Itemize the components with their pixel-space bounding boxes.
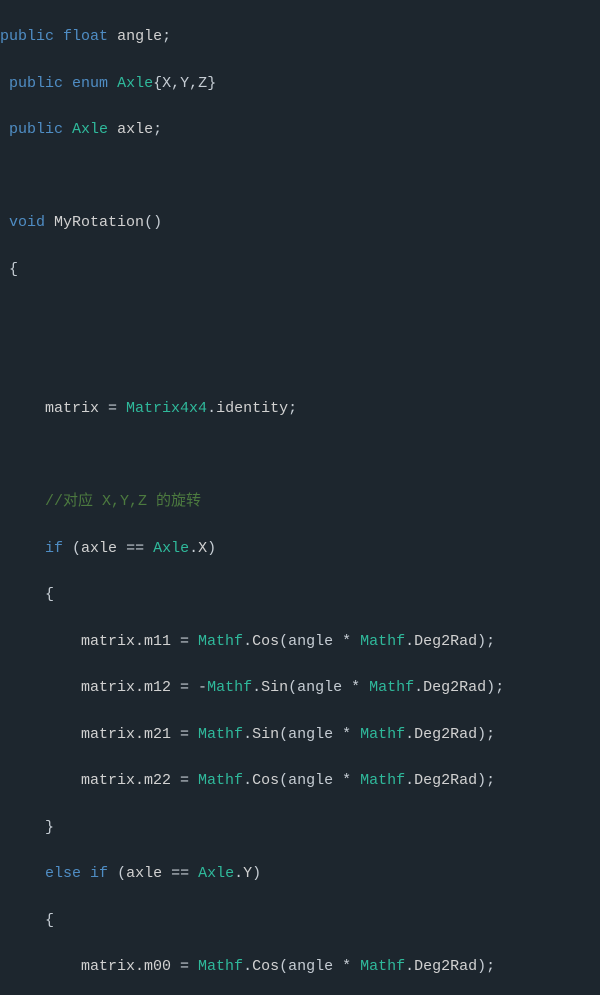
- code-line: matrix.m21 = Mathf.Sin(angle * Mathf.Deg…: [0, 723, 600, 746]
- code-line: public float angle;: [0, 25, 600, 48]
- code-line: [0, 351, 600, 374]
- code-line: matrix.m11 = Mathf.Cos(angle * Mathf.Deg…: [0, 630, 600, 653]
- code-line: matrix.m22 = Mathf.Cos(angle * Mathf.Deg…: [0, 769, 600, 792]
- code-line: [0, 444, 600, 467]
- code-line: }: [0, 816, 600, 839]
- code-line: public enum Axle{X,Y,Z}: [0, 72, 600, 95]
- code-line: [0, 165, 600, 188]
- code-line: public Axle axle;: [0, 118, 600, 141]
- code-line: matrix = Matrix4x4.identity;: [0, 397, 600, 420]
- code-line: matrix.m12 = -Mathf.Sin(angle * Mathf.De…: [0, 676, 600, 699]
- code-line: else if (axle == Axle.Y): [0, 862, 600, 885]
- code-line: matrix.m00 = Mathf.Cos(angle * Mathf.Deg…: [0, 955, 600, 978]
- code-editor: public float angle; public enum Axle{X,Y…: [0, 0, 600, 995]
- code-line: [0, 304, 600, 327]
- code-line: //对应 X,Y,Z 的旋转: [0, 490, 600, 513]
- code-line: {: [0, 258, 600, 281]
- code-line: {: [0, 583, 600, 606]
- code-line: {: [0, 909, 600, 932]
- code-line: if (axle == Axle.X): [0, 537, 600, 560]
- code-line: void MyRotation(): [0, 211, 600, 234]
